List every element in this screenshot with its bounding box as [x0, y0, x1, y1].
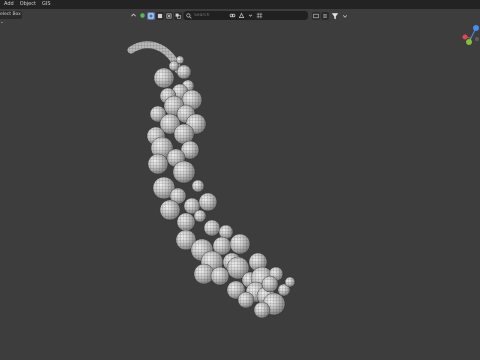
menu-gis[interactable]: GIS [39, 0, 54, 9]
grape-bunch-model[interactable] [127, 41, 296, 319]
grape-wireframe [254, 302, 270, 318]
object-mode-icon[interactable] [138, 12, 146, 20]
grape-wireframe [177, 65, 191, 79]
grape-wireframe [192, 180, 204, 192]
link-icon[interactable] [228, 12, 236, 20]
visibility-icon[interactable] [312, 11, 320, 20]
snapping-group [228, 11, 264, 20]
filter-group-right [312, 11, 350, 20]
grape-wireframe [194, 210, 206, 222]
menu-add[interactable]: Add [0, 0, 17, 9]
restrict-icon[interactable] [129, 12, 137, 20]
snap-icon[interactable] [237, 12, 245, 20]
grape-wireframe [285, 277, 295, 287]
grape-wireframe [230, 234, 250, 254]
filter-icon[interactable] [330, 12, 340, 20]
viewport-header: elect Box ⌄ Global [0, 9, 480, 25]
select-mode-icon[interactable] [156, 11, 164, 20]
select-mode-active-icon[interactable] [147, 11, 155, 20]
grape-wireframe [148, 154, 168, 174]
select-mode-icon[interactable] [174, 11, 182, 20]
grid-icon[interactable] [255, 12, 263, 20]
grape-wireframe [238, 292, 254, 308]
grape-wireframe [160, 200, 180, 220]
grape-wireframe [199, 193, 217, 211]
chevron-down-icon[interactable] [341, 12, 349, 20]
sort-icon[interactable] [321, 11, 329, 20]
grape-wireframe [211, 267, 229, 285]
grape-wireframe [194, 264, 214, 284]
select-mode-icon[interactable] [165, 11, 173, 20]
grape-wireframe [173, 161, 195, 183]
grape-wireframe [154, 68, 174, 88]
toolbar-group-left [129, 11, 192, 20]
top-menu-bar: Add Object GIS [0, 0, 480, 9]
grape-wireframe [177, 213, 195, 231]
3d-viewport[interactable] [0, 22, 480, 360]
menu-object[interactable]: Object [17, 0, 39, 9]
snap-options-icon[interactable] [246, 12, 254, 20]
grape-wireframe [262, 276, 278, 292]
grape-wireframe [204, 220, 220, 236]
select-box-dropdown[interactable]: elect Box ⌄ [0, 11, 22, 25]
